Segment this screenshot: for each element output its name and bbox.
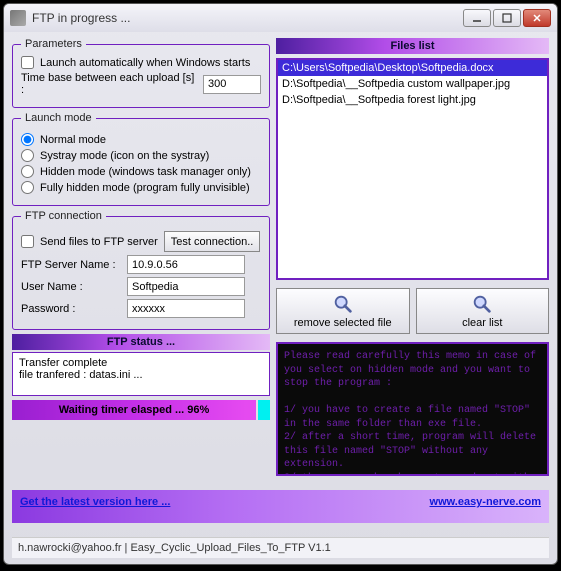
title-bar: FTP in progress ... (4, 4, 557, 32)
timebase-label: Time base between each upload [s] : (21, 72, 197, 96)
parameters-legend: Parameters (21, 38, 86, 50)
remove-file-label: remove selected file (294, 317, 392, 329)
files-list-header: Files list (276, 38, 549, 54)
close-icon (532, 13, 542, 23)
clear-list-button[interactable]: clear list (416, 288, 550, 334)
maximize-button[interactable] (493, 9, 521, 27)
lens-icon (471, 293, 493, 315)
progress-cap (258, 400, 270, 420)
minimize-icon (472, 13, 482, 23)
file-row[interactable]: D:\Softpedia\__Softpedia forest light.jp… (278, 92, 547, 108)
lens-icon (332, 293, 354, 315)
status-line-2: file tranfered : datas.ini ... (19, 369, 263, 381)
site-link[interactable]: www.easy-nerve.com (430, 496, 541, 516)
clear-list-label: clear list (462, 317, 502, 329)
radio-fully-hidden-input[interactable] (21, 181, 34, 194)
radio-hidden[interactable]: Hidden mode (windows task manager only) (21, 165, 261, 178)
file-row[interactable]: D:\Softpedia\__Softpedia custom wallpape… (278, 76, 547, 92)
launch-mode-group: Launch mode Normal mode Systray mode (ic… (12, 112, 270, 206)
progress-row: Waiting timer elasped ... 96% (12, 400, 270, 420)
ftp-send-row: Send files to FTP server Test connection… (21, 231, 261, 252)
ftp-pass-input[interactable] (127, 299, 245, 318)
ftp-server-row: FTP Server Name : (21, 255, 261, 274)
remove-file-button[interactable]: remove selected file (276, 288, 410, 334)
right-column: Files list C:\Users\Softpedia\Desktop\So… (276, 38, 549, 484)
send-files-checkbox-row[interactable]: Send files to FTP server (21, 235, 158, 248)
close-button[interactable] (523, 9, 551, 27)
radio-normal-label: Normal mode (40, 134, 106, 146)
ftp-pass-row: Password : (21, 299, 261, 318)
app-icon (10, 10, 26, 26)
progress-bar: Waiting timer elasped ... 96% (12, 400, 256, 420)
ftp-user-input[interactable] (127, 277, 245, 296)
latest-version-link[interactable]: Get the latest version here ... (20, 496, 170, 516)
launch-mode-legend: Launch mode (21, 112, 96, 124)
window-controls (463, 9, 551, 27)
ftp-status-section: FTP status ... Transfer complete file tr… (12, 334, 270, 420)
status-footer: h.nawrocki@yahoo.fr | Easy_Cyclic_Upload… (12, 537, 549, 558)
radio-fully-hidden-label: Fully hidden mode (program fully unvisib… (40, 182, 250, 194)
send-files-label: Send files to FTP server (40, 236, 158, 248)
ftp-server-input[interactable] (127, 255, 245, 274)
left-column: Parameters Launch automatically when Win… (12, 38, 270, 484)
ftp-user-row: User Name : (21, 277, 261, 296)
radio-normal[interactable]: Normal mode (21, 133, 261, 146)
radio-systray-input[interactable] (21, 149, 34, 162)
files-listbox[interactable]: C:\Users\Softpedia\Desktop\Softpedia.doc… (276, 58, 549, 280)
ftp-server-label: FTP Server Name : (21, 259, 121, 271)
minimize-button[interactable] (463, 9, 491, 27)
ftp-status-box: Transfer complete file tranfered : datas… (12, 352, 270, 396)
autolaunch-checkbox[interactable] (21, 56, 34, 69)
autolaunch-label: Launch automatically when Windows starts (40, 57, 250, 69)
autolaunch-checkbox-row[interactable]: Launch automatically when Windows starts (21, 56, 261, 69)
test-connection-button[interactable]: Test connection.. (164, 231, 261, 252)
link-row: Get the latest version here ... www.easy… (12, 490, 549, 522)
radio-fully-hidden[interactable]: Fully hidden mode (program fully unvisib… (21, 181, 261, 194)
radio-hidden-input[interactable] (21, 165, 34, 178)
parameters-group: Parameters Launch automatically when Win… (12, 38, 270, 108)
memo-box: Please read carefully this memo in case … (276, 342, 549, 476)
file-row[interactable]: C:\Users\Softpedia\Desktop\Softpedia.doc… (278, 60, 547, 76)
ftp-user-label: User Name : (21, 281, 121, 293)
ftp-pass-label: Password : (21, 303, 121, 315)
timebase-row: Time base between each upload [s] : (21, 72, 261, 96)
window-title: FTP in progress ... (32, 11, 463, 25)
content-area: Parameters Launch automatically when Win… (4, 32, 557, 564)
maximize-icon (502, 13, 512, 23)
ftp-connection-group: FTP connection Send files to FTP server … (12, 210, 270, 330)
file-buttons-row: remove selected file clear list (276, 288, 549, 334)
status-line-1: Transfer complete (19, 357, 263, 369)
ftp-connection-legend: FTP connection (21, 210, 106, 222)
app-window: FTP in progress ... Parameters Launch au… (3, 3, 558, 565)
radio-normal-input[interactable] (21, 133, 34, 146)
timebase-input[interactable] (203, 75, 261, 94)
radio-hidden-label: Hidden mode (windows task manager only) (40, 166, 251, 178)
radio-systray[interactable]: Systray mode (icon on the systray) (21, 149, 261, 162)
send-files-checkbox[interactable] (21, 235, 34, 248)
ftp-status-header: FTP status ... (12, 334, 270, 350)
radio-systray-label: Systray mode (icon on the systray) (40, 150, 209, 162)
